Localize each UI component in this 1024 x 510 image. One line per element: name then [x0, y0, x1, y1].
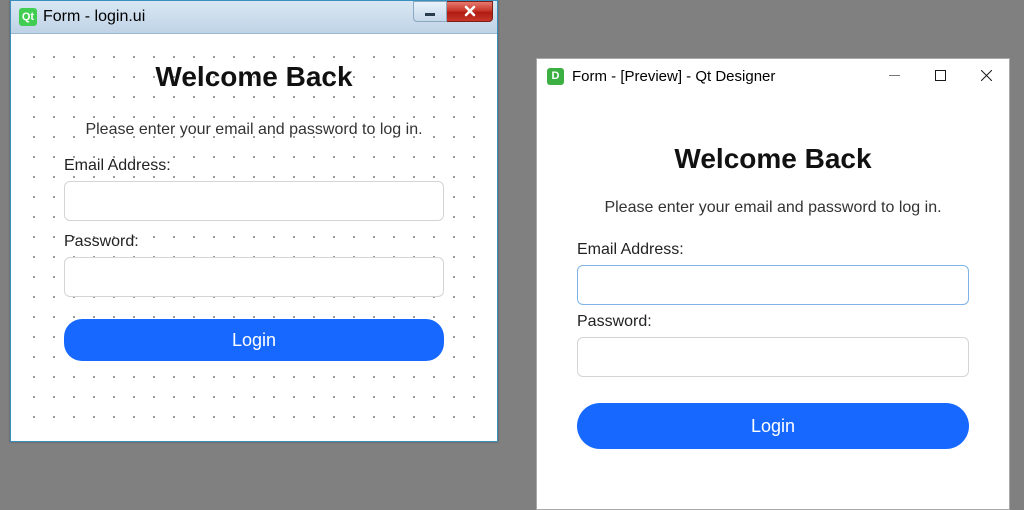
password-label: Password: — [577, 313, 969, 331]
email-input[interactable] — [64, 181, 444, 221]
designer-window-controls — [413, 1, 493, 22]
form-subtitle: Please enter your email and password to … — [577, 199, 969, 217]
form-subtitle[interactable]: Please enter your email and password to … — [64, 121, 444, 139]
close-icon — [981, 70, 992, 81]
preview-form-body: Welcome Back Please enter your email and… — [537, 93, 1009, 509]
password-label[interactable]: Password: — [64, 233, 444, 251]
minimize-button[interactable] — [413, 1, 447, 22]
designer-app-icon: D — [547, 68, 564, 85]
login-button[interactable]: Login — [64, 319, 444, 361]
minimize-icon — [889, 70, 900, 81]
form-heading: Welcome Back — [577, 143, 969, 175]
qt-preview-window: D Form - [Preview] - Qt Designer Welcome… — [536, 58, 1010, 510]
designer-window-title: Form - login.ui — [43, 8, 413, 26]
designer-form-canvas[interactable]: Welcome Back Please enter your email and… — [16, 39, 492, 436]
close-icon — [463, 4, 477, 18]
maximize-button[interactable] — [917, 59, 963, 91]
login-button[interactable]: Login — [577, 403, 969, 449]
preview-window-title: Form - [Preview] - Qt Designer — [572, 68, 871, 85]
minimize-button[interactable] — [871, 59, 917, 91]
close-button[interactable] — [447, 1, 493, 22]
minimize-icon — [425, 13, 435, 16]
email-label[interactable]: Email Address: — [64, 157, 444, 175]
close-button[interactable] — [963, 59, 1009, 91]
qt-designer-window: Qt Form - login.ui Welcome Back Please e… — [10, 0, 498, 442]
password-input[interactable] — [577, 337, 969, 377]
password-input[interactable] — [64, 257, 444, 297]
qt-logo-icon: Qt — [19, 8, 37, 26]
form-heading[interactable]: Welcome Back — [64, 61, 444, 93]
designer-titlebar[interactable]: Qt Form - login.ui — [11, 1, 497, 34]
preview-titlebar[interactable]: D Form - [Preview] - Qt Designer — [537, 59, 1009, 93]
maximize-icon — [935, 70, 946, 81]
email-input[interactable] — [577, 265, 969, 305]
preview-window-controls — [871, 59, 1009, 91]
email-label: Email Address: — [577, 241, 969, 259]
